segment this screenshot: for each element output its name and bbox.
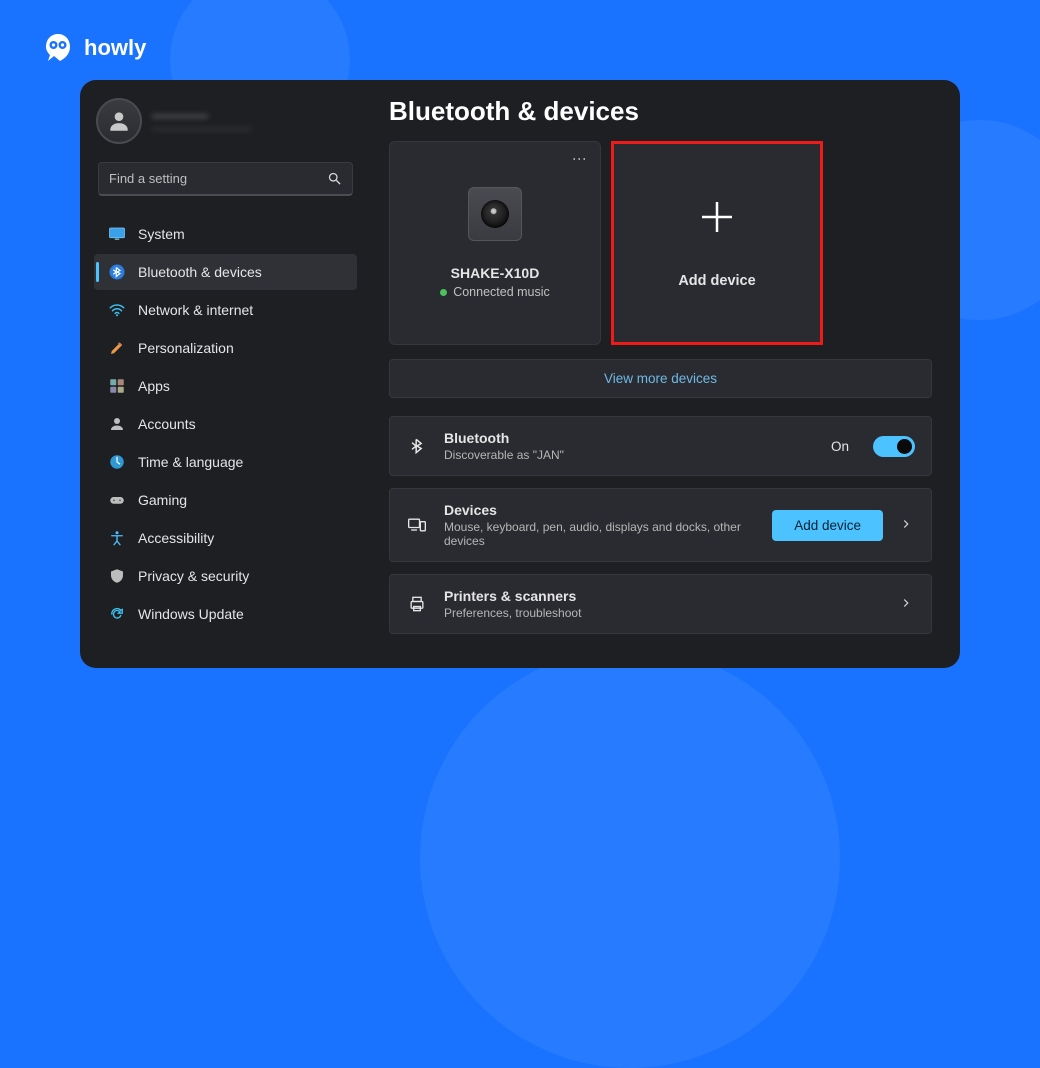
device-name: SHAKE-X10D bbox=[451, 265, 540, 281]
sidebar-item-personalization[interactable]: Personalization bbox=[94, 330, 357, 366]
sidebar-item-gaming[interactable]: Gaming bbox=[94, 482, 357, 518]
accessibility-icon bbox=[108, 529, 126, 547]
person-icon bbox=[108, 415, 126, 433]
chevron-right-icon bbox=[899, 517, 915, 533]
sidebar-item-label: Privacy & security bbox=[138, 568, 249, 584]
row-subtitle: Preferences, troubleshoot bbox=[444, 606, 744, 620]
account-name: ———— bbox=[152, 107, 251, 123]
bluetooth-icon bbox=[108, 263, 126, 281]
add-device-card[interactable]: Add device bbox=[611, 141, 823, 345]
sidebar-item-time[interactable]: Time & language bbox=[94, 444, 357, 480]
row-subtitle: Discoverable as "JAN" bbox=[444, 448, 744, 462]
bluetooth-toggle[interactable] bbox=[873, 436, 915, 457]
main-content: Bluetooth & devices ⋮ SHAKE-X10D Connect… bbox=[365, 80, 960, 668]
plus-icon bbox=[697, 197, 737, 245]
brush-icon bbox=[108, 339, 126, 357]
sidebar-item-accessibility[interactable]: Accessibility bbox=[94, 520, 357, 556]
brand-text: howly bbox=[84, 35, 146, 61]
update-icon bbox=[108, 605, 126, 623]
account-text: ———— ————————— bbox=[152, 107, 251, 135]
bluetooth-icon bbox=[406, 435, 428, 457]
nav: System Bluetooth & devices Network & int… bbox=[94, 216, 357, 632]
howly-logo: howly bbox=[40, 30, 146, 66]
apps-icon bbox=[108, 377, 126, 395]
row-printers[interactable]: Printers & scanners Preferences, trouble… bbox=[389, 574, 932, 634]
page-title: Bluetooth & devices bbox=[389, 96, 932, 127]
connected-device-card[interactable]: ⋮ SHAKE-X10D Connected music bbox=[389, 141, 601, 345]
row-bluetooth[interactable]: Bluetooth Discoverable as "JAN" On bbox=[389, 416, 932, 476]
device-status-text: Connected music bbox=[453, 285, 550, 299]
avatar bbox=[96, 98, 142, 144]
shield-icon bbox=[108, 567, 126, 585]
sidebar-item-label: Gaming bbox=[138, 492, 187, 508]
speaker-icon bbox=[468, 187, 522, 241]
monitor-icon bbox=[108, 225, 126, 243]
sidebar-item-label: Bluetooth & devices bbox=[138, 264, 262, 280]
toggle-label: On bbox=[831, 439, 849, 454]
row-title: Printers & scanners bbox=[444, 588, 883, 604]
sidebar-item-label: Accounts bbox=[138, 416, 196, 432]
device-cards-row: ⋮ SHAKE-X10D Connected music Add device bbox=[389, 141, 932, 345]
settings-window: ———— ————————— System Bluetooth & device… bbox=[80, 80, 960, 668]
sidebar-item-label: Time & language bbox=[138, 454, 243, 470]
sidebar: ———— ————————— System Bluetooth & device… bbox=[80, 80, 365, 668]
sidebar-item-update[interactable]: Windows Update bbox=[94, 596, 357, 632]
sidebar-item-label: Accessibility bbox=[138, 530, 214, 546]
add-device-label: Add device bbox=[678, 273, 755, 289]
view-more-devices[interactable]: View more devices bbox=[389, 359, 932, 398]
gamepad-icon bbox=[108, 491, 126, 509]
row-devices[interactable]: Devices Mouse, keyboard, pen, audio, dis… bbox=[389, 488, 932, 562]
button-label: Add device bbox=[794, 518, 861, 533]
row-title: Bluetooth bbox=[444, 430, 815, 446]
sidebar-item-network[interactable]: Network & internet bbox=[94, 292, 357, 328]
printer-icon bbox=[406, 593, 428, 615]
devices-icon bbox=[406, 514, 428, 536]
owl-icon bbox=[40, 30, 76, 66]
sidebar-item-label: System bbox=[138, 226, 185, 242]
row-title: Devices bbox=[444, 502, 756, 518]
search-icon bbox=[327, 171, 342, 186]
clock-globe-icon bbox=[108, 453, 126, 471]
sidebar-item-privacy[interactable]: Privacy & security bbox=[94, 558, 357, 594]
device-status: Connected music bbox=[440, 285, 550, 299]
sidebar-item-accounts[interactable]: Accounts bbox=[94, 406, 357, 442]
sidebar-item-label: Personalization bbox=[138, 340, 234, 356]
search-input[interactable] bbox=[109, 171, 327, 186]
account-row[interactable]: ———— ————————— bbox=[94, 94, 357, 154]
sidebar-item-bluetooth[interactable]: Bluetooth & devices bbox=[94, 254, 357, 290]
sidebar-item-label: Windows Update bbox=[138, 606, 244, 622]
status-dot-icon bbox=[440, 289, 447, 296]
row-subtitle: Mouse, keyboard, pen, audio, displays an… bbox=[444, 520, 744, 548]
more-icon[interactable]: ⋮ bbox=[572, 152, 588, 167]
chevron-right-icon bbox=[899, 596, 915, 612]
sidebar-item-system[interactable]: System bbox=[94, 216, 357, 252]
sidebar-item-apps[interactable]: Apps bbox=[94, 368, 357, 404]
wifi-icon bbox=[108, 301, 126, 319]
sidebar-item-label: Apps bbox=[138, 378, 170, 394]
add-device-button[interactable]: Add device bbox=[772, 510, 883, 541]
sidebar-item-label: Network & internet bbox=[138, 302, 253, 318]
view-more-label: View more devices bbox=[604, 371, 717, 386]
account-email: ————————— bbox=[152, 123, 251, 135]
search-box[interactable] bbox=[98, 162, 353, 196]
